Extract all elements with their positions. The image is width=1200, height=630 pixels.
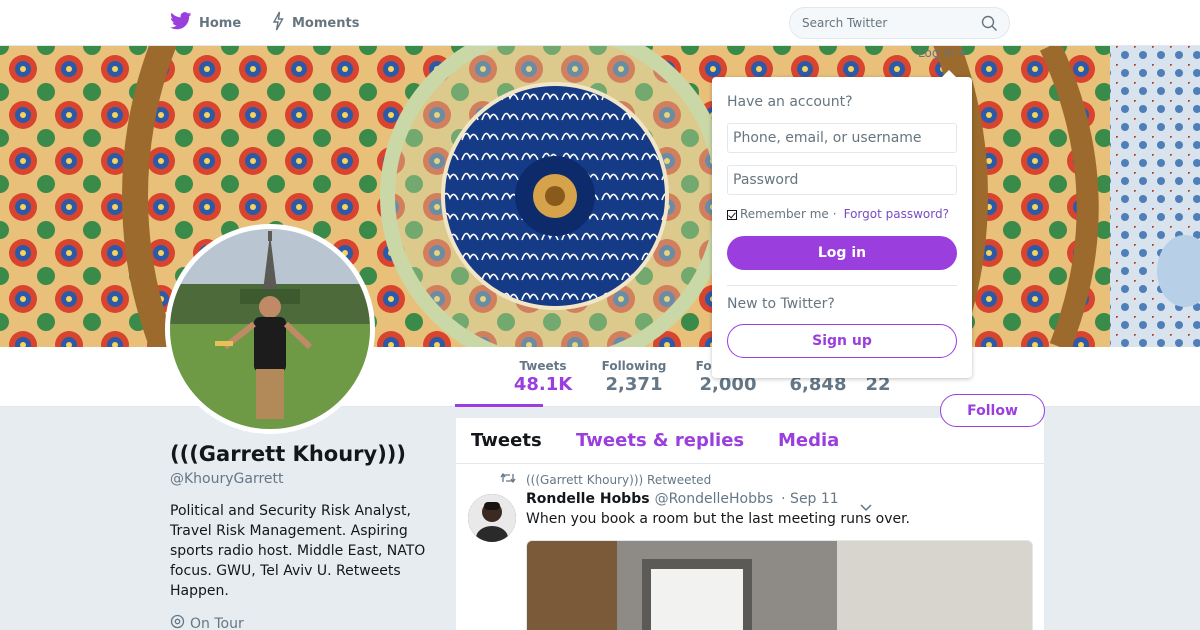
retweet-context: (((Garrett Khoury))) Retweeted <box>500 472 711 487</box>
retweet-context-label[interactable]: (((Garrett Khoury))) Retweeted <box>526 473 711 487</box>
tweet-text: When you book a room but the last meetin… <box>526 511 911 527</box>
tab-tweets[interactable]: Tweets <box>471 430 542 451</box>
separator-dot: · <box>832 207 837 221</box>
username-input[interactable] <box>727 123 957 153</box>
tab-media[interactable]: Media <box>778 430 839 451</box>
stat-tweets[interactable]: Tweets 48.1K <box>455 347 572 407</box>
tweet-author-handle[interactable]: @RondelleHobbs <box>655 491 774 507</box>
twitter-bird-icon <box>170 12 199 34</box>
tab-tweets-replies[interactable]: Tweets & replies <box>576 430 744 451</box>
location-label: On Tour <box>190 615 244 630</box>
new-to-twitter-heading: New to Twitter? <box>727 296 835 312</box>
have-account-heading: Have an account? <box>727 94 853 110</box>
divider <box>727 285 957 286</box>
nav-moments[interactable]: Moments <box>271 0 359 46</box>
lightning-icon <box>271 11 292 35</box>
tweet-author-name[interactable]: Rondelle Hobbs <box>526 491 650 507</box>
nav-home-label: Home <box>199 15 242 31</box>
tweet-avatar[interactable] <box>468 494 516 542</box>
location-pin-icon <box>170 614 190 630</box>
profile-location: On Tour <box>170 614 244 630</box>
timeline: Tweets Tweets & replies Media (((Garrett… <box>456 418 1044 630</box>
follow-button[interactable]: Follow <box>940 394 1045 427</box>
chevron-down-icon <box>958 51 967 55</box>
nav-home[interactable]: Home <box>170 0 241 46</box>
remember-row: Remember me · Forgot password? <box>727 207 949 221</box>
login-button[interactable]: Log in <box>727 236 957 270</box>
profile-name[interactable]: (((Garrett Khoury))) <box>170 442 406 466</box>
login-toggle-label: Log in <box>918 46 955 60</box>
remember-me-label[interactable]: Remember me <box>740 207 829 221</box>
tweet-header: Rondelle Hobbs @RondelleHobbs · Sep 11 <box>526 491 839 507</box>
search-icon[interactable] <box>981 15 998 35</box>
top-navigation: Home Moments <box>0 0 1200 46</box>
forgot-password-link[interactable]: Forgot password? <box>844 207 949 221</box>
profile-bio: Political and Security Risk Analyst, Tra… <box>170 503 426 599</box>
avatar[interactable] <box>165 224 375 434</box>
signup-button[interactable]: Sign up <box>727 324 957 358</box>
tweet-media[interactable] <box>526 540 1033 630</box>
search-input[interactable] <box>802 16 962 30</box>
profile-handle[interactable]: @KhouryGarrett <box>170 471 284 487</box>
password-input[interactable] <box>727 165 957 195</box>
remember-me-checkbox[interactable] <box>727 210 737 220</box>
tweet-timestamp[interactable]: · Sep 11 <box>781 491 839 507</box>
login-dropdown: Have an account? Remember me · Forgot pa… <box>712 70 972 378</box>
login-toggle[interactable]: Log in <box>918 46 967 60</box>
nav-moments-label: Moments <box>292 15 360 31</box>
stat-following[interactable]: Following 2,371 <box>548 347 667 407</box>
retweet-icon <box>500 472 526 487</box>
search-box <box>789 7 1010 39</box>
